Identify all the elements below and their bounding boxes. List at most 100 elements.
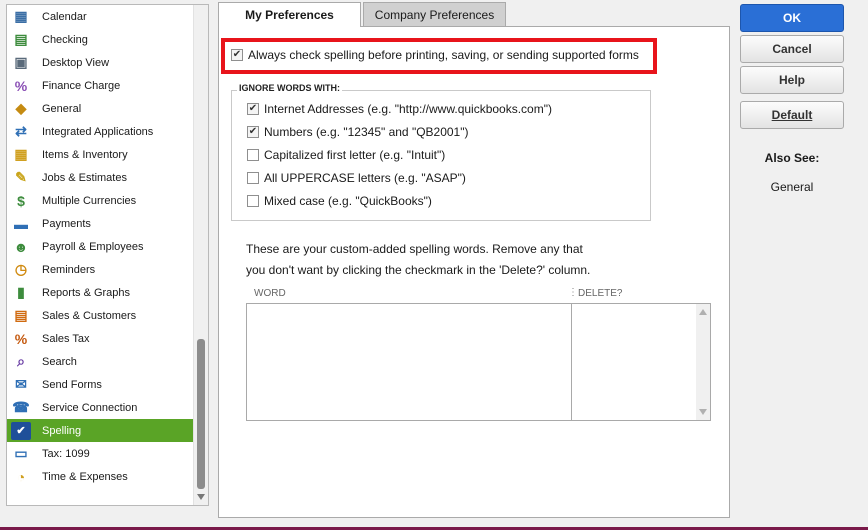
column-divider (571, 304, 572, 420)
ignore-option-label: Capitalized first letter (e.g. "Intuit") (264, 148, 446, 162)
cancel-button[interactable]: Cancel (740, 35, 844, 63)
sidebar-item-label: General (42, 102, 82, 115)
sidebar-item-search[interactable]: ⌕ Search (7, 350, 195, 373)
sidebar-item-label: Sales Tax (42, 332, 90, 345)
ignore-option-checkbox[interactable] (247, 149, 259, 161)
custom-words-description-line2: you don't want by clicking the checkmark… (246, 263, 591, 277)
sidebar-item-general[interactable]: ◆ General (7, 97, 195, 120)
sidebar-item-label: Finance Charge (42, 79, 121, 92)
sidebar-item-label: Search (42, 355, 77, 368)
sidebar-item-reminders[interactable]: ◷ Reminders (7, 258, 195, 281)
also-see-title: Also See: (764, 151, 820, 165)
tab-my-preferences-label: My Preferences (245, 8, 334, 22)
scroll-up-arrow-icon[interactable] (699, 309, 707, 315)
sidebar-scroll-thumb[interactable] (197, 339, 205, 489)
sidebar-item-service-connection[interactable]: ☎ Service Connection (7, 396, 195, 419)
sidebar-item-label: Payments (42, 217, 91, 230)
sidebar-item-label: Desktop View (42, 56, 110, 69)
sidebar-item-calendar[interactable]: ▦ Calendar (7, 5, 195, 28)
finance-charge-icon: % (14, 77, 28, 94)
custom-words-table[interactable] (246, 303, 711, 421)
integrated-apps-icon: ⇄ (15, 123, 27, 139)
ignore-option-checkbox[interactable] (247, 195, 259, 207)
sidebar-item-label: Integrated Applications (42, 125, 154, 138)
desktop-view-icon: ▣ (14, 54, 28, 70)
sidebar-item-label: Jobs & Estimates (42, 171, 127, 184)
sidebar-item-label: Reminders (42, 263, 96, 276)
scroll-down-arrow-icon[interactable] (699, 409, 707, 415)
send-forms-icon: ✉ (15, 376, 27, 392)
custom-words-header: WORD ⋮ DELETE? (246, 285, 711, 302)
sidebar-item-desktop-view[interactable]: ▣ Desktop View (7, 51, 195, 74)
tab-company-preferences-label: Company Preferences (374, 7, 495, 22)
payments-icon: ▬ (14, 215, 28, 232)
sidebar-item-label: Reports & Graphs (42, 286, 131, 299)
sidebar-item-integrated-apps[interactable]: ⇄ Integrated Applications (7, 120, 195, 143)
ignore-option-row[interactable]: All UPPERCASE letters (e.g. "ASAP") (247, 171, 466, 185)
sidebar-item-finance-charge[interactable]: % Finance Charge (7, 74, 195, 97)
tab-company-preferences[interactable]: Company Preferences (363, 2, 506, 26)
always-check-spelling-checkbox[interactable]: ✔ (231, 49, 243, 61)
tax-1099-icon: ▭ (14, 445, 28, 461)
sidebar-item-reports-graphs[interactable]: ▮ Reports & Graphs (7, 281, 195, 304)
ignore-option-row[interactable]: ✔ Numbers (e.g. "12345" and "QB2001") (247, 125, 469, 139)
sales-customers-icon: ▤ (14, 307, 28, 323)
sidebar-item-sales-tax[interactable]: % Sales Tax (7, 327, 195, 350)
custom-words-description-line1: These are your custom-added spelling wor… (246, 242, 583, 256)
sidebar-item-tax-1099[interactable]: ▭ Tax: 1099 (7, 442, 195, 465)
reminders-icon: ◷ (14, 261, 28, 277)
sidebar-item-label: Payroll & Employees (42, 240, 144, 253)
payroll-icon: ☻ (13, 238, 29, 255)
column-resize-handle[interactable]: ⋮ (568, 287, 578, 298)
sidebar-item-label: Spelling (42, 424, 82, 437)
sidebar-item-sales-customers[interactable]: ▤ Sales & Customers (7, 304, 195, 327)
sidebar-item-currencies[interactable]: $ Multiple Currencies (7, 189, 195, 212)
ignore-option-label: Mixed case (e.g. "QuickBooks") (264, 194, 432, 208)
sidebar-list: ▦ Calendar ▤ Checking ▣ Desktop View% Finance … (7, 5, 195, 488)
sidebar-item-label: Send Forms (42, 378, 102, 391)
ignore-option-row[interactable]: ✔ Internet Addresses (e.g. "http://www.qu… (247, 102, 552, 116)
sidebar-item-payments[interactable]: ▬ Payments (7, 212, 195, 235)
sidebar-item-label: Tax: 1099 (42, 447, 90, 460)
sidebar-item-label: Sales & Customers (42, 309, 137, 322)
ignore-option-checkbox[interactable]: ✔ (247, 126, 259, 138)
default-button-label: Default (771, 108, 813, 122)
column-header-word[interactable]: WORD (254, 288, 286, 299)
help-button[interactable]: Help (740, 66, 844, 94)
sidebar-item-jobs-estimates[interactable]: ✎ Jobs & Estimates (7, 166, 195, 189)
tab-my-preferences[interactable]: My Preferences (218, 2, 361, 27)
currencies-icon: $ (17, 192, 25, 209)
sidebar-item-spelling[interactable]: ✔ Spelling (7, 419, 195, 442)
spelling-icon: ✔ (11, 421, 31, 440)
column-header-delete[interactable]: DELETE? (578, 288, 622, 299)
sidebar-item-items-inventory[interactable]: ▦ Items & Inventory (7, 143, 195, 166)
sidebar-item-checking[interactable]: ▤ Checking (7, 28, 195, 51)
ignore-option-checkbox[interactable]: ✔ (247, 103, 259, 115)
ignore-option-row[interactable]: Capitalized first letter (e.g. "Intuit") (247, 148, 445, 162)
time-expenses-icon: ◔ (16, 468, 26, 485)
sidebar-item-label: Items & Inventory (42, 148, 128, 161)
jobs-estimates-icon: ✎ (15, 169, 27, 185)
ignore-option-row[interactable]: Mixed case (e.g. "QuickBooks") (247, 194, 432, 208)
ok-button[interactable]: OK (740, 4, 844, 32)
always-check-spelling-label: Always check spelling before printing, s… (248, 48, 639, 62)
sidebar-item-label: Calendar (42, 10, 87, 23)
items-inventory-icon: ▦ (14, 146, 28, 162)
default-button[interactable]: Default (740, 101, 844, 129)
sidebar-item-label: Time & Expenses (42, 470, 128, 483)
also-see-general-link[interactable]: General (740, 180, 844, 194)
general-icon: ◆ (15, 100, 27, 116)
sidebar-item-time-expenses[interactable]: ◔ Time & Expenses (7, 465, 195, 488)
preferences-sidebar: ▦ Calendar ▤ Checking ▣ Desktop View% Finance … (6, 4, 209, 506)
sidebar-item-label: Service Connection (42, 401, 138, 414)
service-connection-icon: ☎ (12, 399, 30, 415)
sidebar-item-send-forms[interactable]: ✉ Send Forms (7, 373, 195, 396)
sidebar-scrollbar[interactable] (193, 5, 208, 505)
always-check-spelling-row[interactable]: ✔ Always check spelling before printing,… (231, 48, 639, 62)
ignore-option-checkbox[interactable] (247, 172, 259, 184)
sidebar-item-payroll[interactable]: ☻ Payroll & Employees (7, 235, 195, 258)
scroll-down-arrow-icon[interactable] (197, 494, 205, 500)
custom-words-scrollbar[interactable] (696, 304, 710, 420)
ignore-option-label: Internet Addresses (e.g. "http://www.qui… (264, 102, 552, 116)
ignore-words-group-label: IGNORE WORDS WITH: (237, 83, 342, 93)
